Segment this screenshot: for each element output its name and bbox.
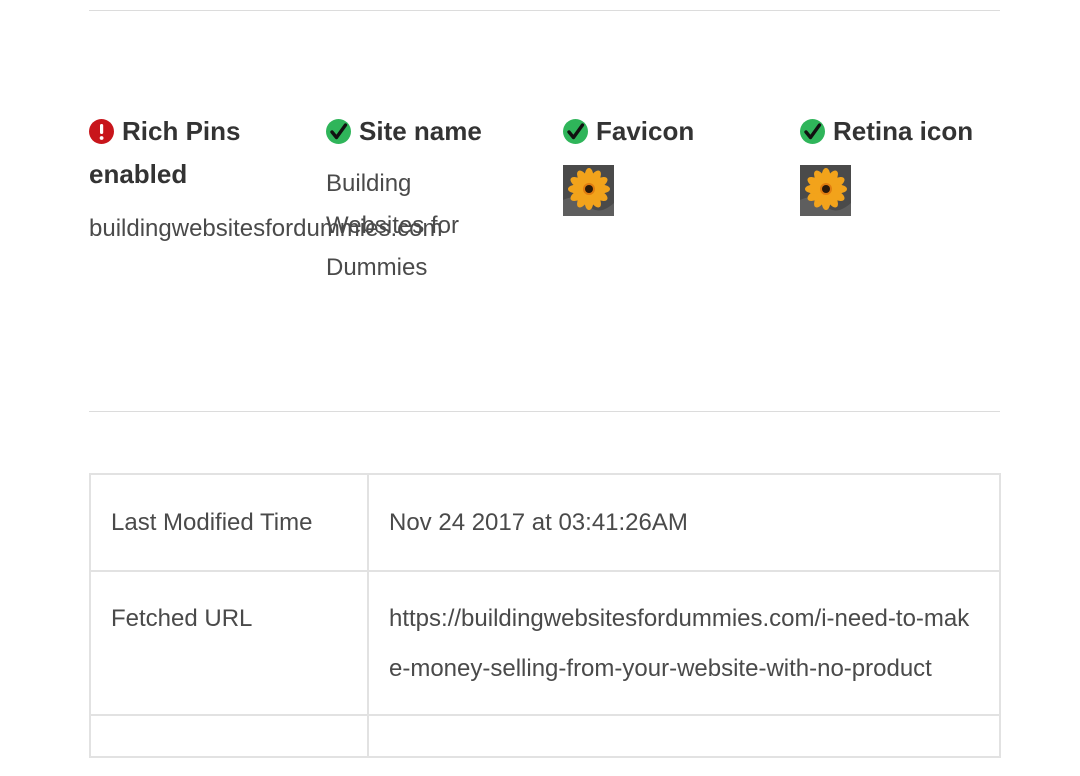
status-value: Building Websites for Dummies (326, 170, 459, 281)
fetched-url-link[interactable]: https://buildingwebsitesfordummies.com/i… (367, 570, 1001, 716)
status-label: Favicon (596, 116, 695, 146)
error-icon (89, 119, 114, 144)
status-retina-icon-heading: Retina icon (800, 110, 1000, 153)
status-favicon: Favicon (563, 110, 788, 216)
table-row: Fetched URL https://buildingwebsitesford… (89, 570, 1001, 716)
status-site-name-heading: Site name (326, 110, 496, 153)
table-value-cell (367, 714, 1001, 758)
status-value: buildingwebsitesfordummies.com (89, 215, 443, 242)
table-key-cell: Last Modified Time (89, 473, 369, 572)
status-favicon-heading: Favicon (563, 110, 788, 153)
table-value-cell: Nov 24 2017 at 03:41:26AM (367, 473, 1001, 572)
section-divider (89, 411, 1000, 412)
top-divider (89, 10, 1000, 11)
table-key-cell (89, 714, 369, 758)
status-label: Site name (359, 116, 482, 146)
table-key-cell: Fetched URL (89, 570, 369, 716)
metadata-table: Last Modified Time Nov 24 2017 at 03:41:… (89, 473, 1001, 758)
status-rich-pins: Rich Pins enabled buildingwebsitesfordum… (89, 110, 443, 250)
table-row: Last Modified Time Nov 24 2017 at 03:41:… (89, 473, 1001, 572)
check-icon (800, 119, 825, 144)
status-retina-icon: Retina icon (800, 110, 1000, 216)
status-rich-pins-heading: Rich Pins enabled (89, 110, 314, 196)
check-icon (563, 119, 588, 144)
status-label: Retina icon (833, 116, 974, 146)
status-site-name: Site name Building Websites for Dummies (326, 110, 496, 289)
flower-favicon-image (563, 165, 614, 216)
flower-retina-icon-image (800, 165, 851, 216)
table-row (89, 714, 1001, 758)
check-icon (326, 119, 351, 144)
